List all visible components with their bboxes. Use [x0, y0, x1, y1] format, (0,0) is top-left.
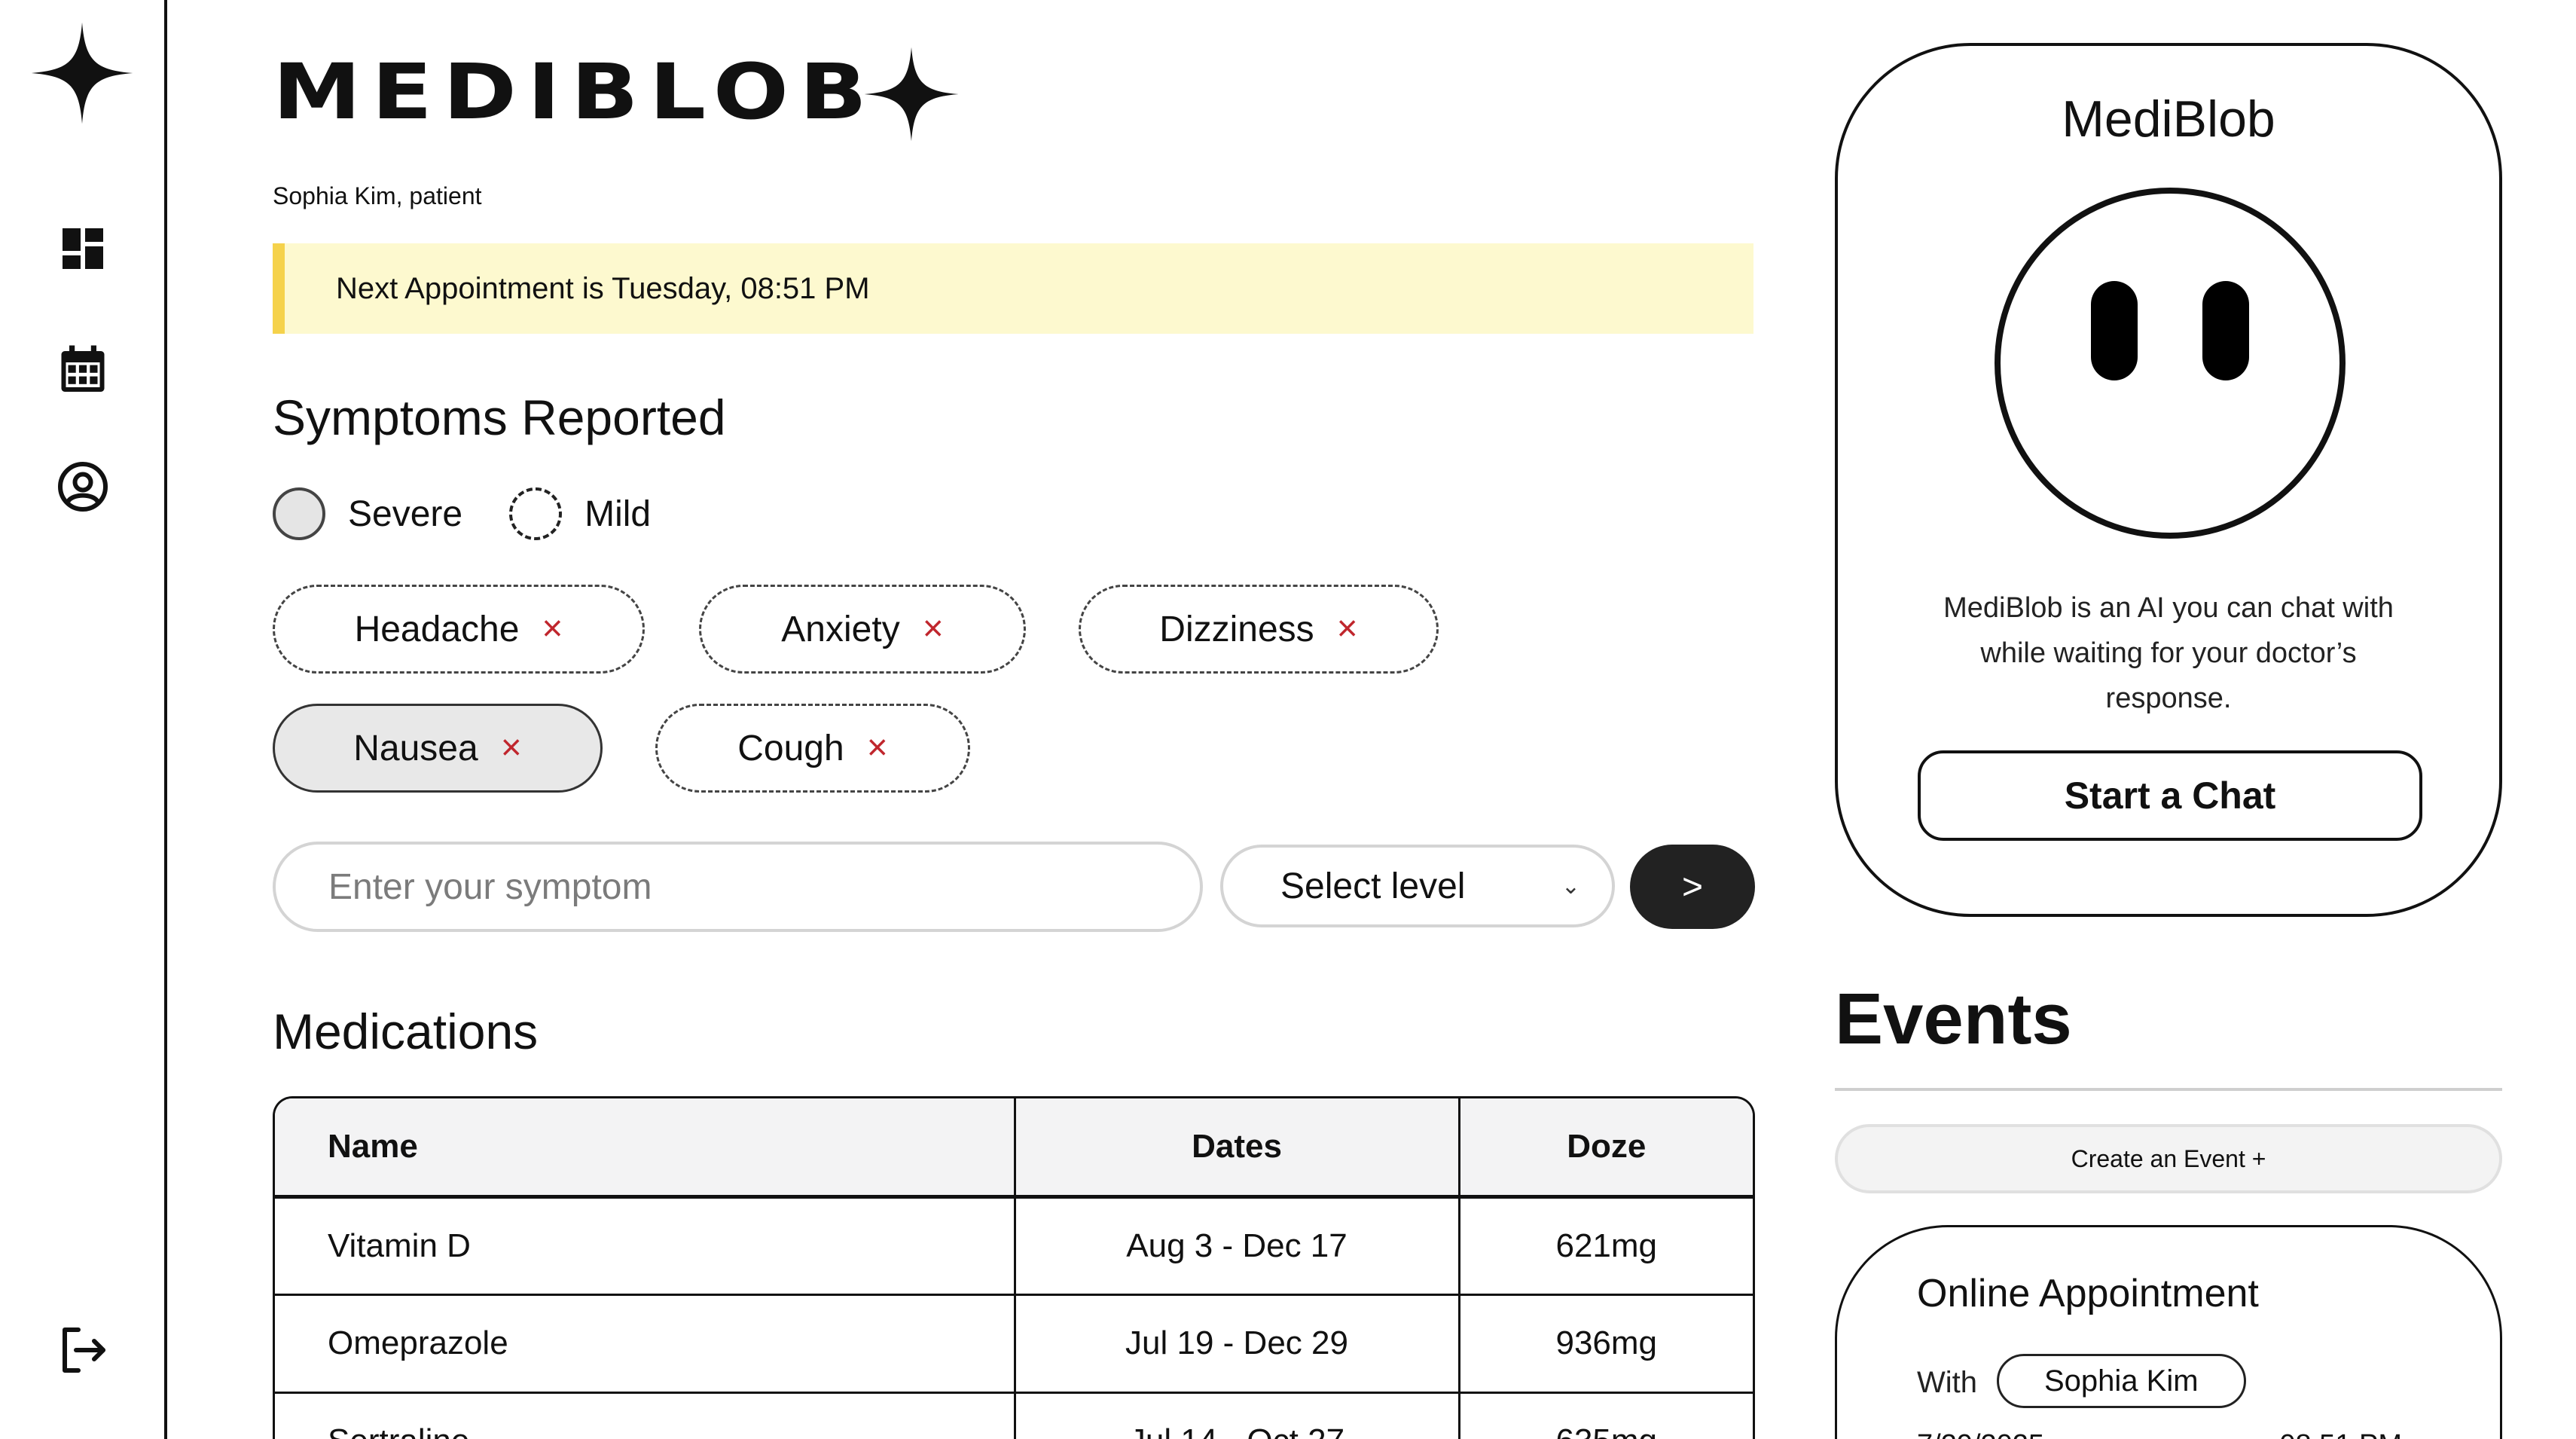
severity-legend: Severe Mild	[273, 487, 697, 541]
medication-doze: 635mg	[1459, 1392, 1753, 1439]
events-title: Events	[1835, 979, 2072, 1059]
mediblob-description: MediBlob is an AI you can chat with whil…	[1943, 592, 2394, 714]
logout-button[interactable]	[50, 1317, 116, 1383]
create-event-button[interactable]: Create an Event +	[1835, 1124, 2502, 1193]
mediblob-card: MediBlob MediBlob is an AI you can chat …	[1835, 43, 2502, 917]
table-row[interactable]: Vitamin D Aug 3 - Dec 17 621mg	[275, 1196, 1753, 1296]
chevron-down-icon: ⌄	[1561, 874, 1580, 899]
remove-icon[interactable]: ×	[1337, 611, 1358, 647]
sparkle-logo-icon	[31, 22, 133, 124]
medications-table: Name Dates Doze Vitamin D Aug 3 - Dec 17…	[273, 1096, 1755, 1439]
medication-dates: Aug 3 - Dec 17	[1015, 1196, 1460, 1296]
table-row[interactable]: Sertraline Jul 14 - Oct 27 635mg	[275, 1392, 1753, 1439]
event-title: Online Appointment	[1917, 1272, 2259, 1315]
column-header-dates[interactable]: Dates	[1015, 1098, 1460, 1199]
medication-doze: 936mg	[1459, 1294, 1753, 1394]
medications-title: Medications	[273, 1004, 539, 1059]
remove-icon[interactable]: ×	[923, 611, 944, 647]
symptom-chip-label: Dizziness	[1159, 609, 1314, 649]
table-header-row: Name Dates Doze	[275, 1098, 1753, 1199]
calendar-icon	[61, 345, 105, 392]
start-chat-button[interactable]: Start a Chat	[1918, 750, 2422, 841]
symptom-chip-anxiety: Anxiety ×	[699, 585, 1026, 674]
medication-name: Vitamin D	[275, 1196, 1016, 1296]
event-card[interactable]: Online Appointment With Sophia Kim 7/29/…	[1835, 1225, 2502, 1439]
symptom-chip-label: Cough	[737, 728, 844, 768]
mediblob-mascot-icon	[1995, 188, 2346, 539]
symptom-chip-cough: Cough ×	[655, 704, 970, 793]
app-logo-wordmark: MediBlob	[273, 47, 878, 136]
submit-symptom-button[interactable]: >	[1630, 845, 1755, 929]
sidebar	[0, 0, 167, 1439]
sidebar-item-calendar[interactable]	[50, 336, 116, 402]
event-person-pill[interactable]: Sophia Kim	[1997, 1354, 2246, 1408]
medication-name: Omeprazole	[275, 1294, 1016, 1394]
mediblob-card-title: MediBlob	[2062, 90, 2275, 148]
symptoms-title: Symptoms Reported	[273, 390, 726, 445]
level-select[interactable]: Select level ⌄	[1220, 845, 1615, 927]
next-appointment-text: Next Appointment is Tuesday, 08:51 PM	[336, 271, 870, 305]
severity-option-severe[interactable]: Severe	[273, 487, 462, 540]
symptom-chip-dizziness: Dizziness ×	[1079, 585, 1439, 674]
symptom-chip-label: Anxiety	[781, 609, 900, 649]
level-select-value: Select level	[1280, 866, 1466, 906]
next-appointment-banner: Next Appointment is Tuesday, 08:51 PM	[273, 243, 1753, 334]
logout-icon	[63, 1327, 105, 1373]
table-row[interactable]: Omeprazole Jul 19 - Dec 29 936mg	[275, 1294, 1753, 1394]
event-with-label: With	[1917, 1366, 1977, 1399]
sidebar-item-dashboard[interactable]	[50, 215, 116, 282]
remove-icon[interactable]: ×	[542, 611, 563, 647]
column-header-doze[interactable]: Doze	[1459, 1098, 1753, 1199]
column-header-name[interactable]: Name	[275, 1098, 1016, 1199]
user-circle-icon	[58, 462, 108, 512]
severity-label: Mild	[584, 493, 652, 534]
sparkle-icon	[864, 47, 959, 142]
patient-name: Sophia Kim, patient	[273, 182, 482, 209]
mild-radio-icon	[509, 487, 563, 540]
dashboard-icon	[63, 228, 103, 269]
medication-doze: 621mg	[1459, 1196, 1753, 1296]
severity-label: Severe	[348, 493, 463, 534]
symptom-chip-nausea: Nausea ×	[273, 704, 603, 793]
remove-icon[interactable]: ×	[867, 730, 888, 766]
medication-dates: Jul 14 - Oct 27	[1015, 1392, 1460, 1439]
symptom-chip-label: Headache	[354, 609, 520, 649]
severity-option-mild[interactable]: Mild	[509, 487, 651, 540]
severe-radio-icon	[273, 487, 325, 540]
sidebar-item-profile[interactable]	[50, 454, 116, 520]
events-divider	[1835, 1088, 2502, 1091]
medication-name: Sertraline	[275, 1392, 1016, 1439]
symptom-input[interactable]	[273, 842, 1203, 932]
symptom-chip-headache: Headache ×	[273, 585, 645, 674]
remove-icon[interactable]: ×	[501, 730, 522, 766]
symptom-chip-label: Nausea	[353, 728, 478, 768]
medication-dates: Jul 19 - Dec 29	[1015, 1294, 1460, 1394]
event-time: 08:51 PM	[2279, 1429, 2402, 1439]
event-date: 7/29/2025	[1917, 1429, 2044, 1439]
